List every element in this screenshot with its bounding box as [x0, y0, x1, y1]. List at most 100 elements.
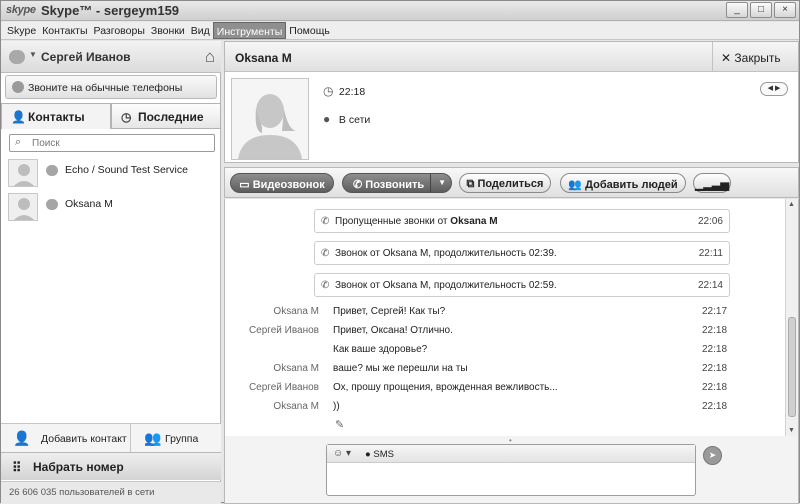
share-button[interactable]: ⧉ Поделиться: [459, 173, 551, 193]
message-sender: Сергей Иванов: [248, 325, 319, 336]
menu-calls[interactable]: Звонки: [148, 22, 188, 39]
menu-skype[interactable]: Skype: [4, 22, 39, 39]
profile-bar[interactable]: ▼ Сергей Иванов ⌂: [1, 41, 221, 73]
dialpad-icon: ⠿: [12, 460, 22, 475]
add-people-button[interactable]: 👥 Добавить людей: [560, 173, 686, 193]
message-text: Ох, прошу прощения, врожденная вежливост…: [333, 382, 558, 393]
add-contact-button[interactable]: 👤 Добавить контакт: [1, 424, 131, 453]
contact-name: Echo / Sound Test Service: [65, 164, 188, 176]
minimize-button[interactable]: _: [726, 2, 748, 18]
chat-message: Oksana M ваше? мы же перешли на ты 22:18: [225, 360, 785, 378]
phone-icon: ✆: [321, 248, 330, 259]
system-message: ✆ Звонок от Oksana M, продолжительность …: [314, 273, 730, 297]
home-icon[interactable]: ⌂: [205, 47, 215, 67]
dial-button[interactable]: ⠿ Набрать номер: [1, 452, 221, 480]
group-label: Группа: [165, 433, 199, 445]
skype-logo: skype: [6, 4, 36, 16]
message-time: 22:06: [697, 216, 723, 227]
window-controls: _ □ ×: [726, 2, 796, 18]
add-contact-label: Добавить контакт: [41, 433, 127, 445]
menu-tools[interactable]: Инструменты: [212, 22, 287, 39]
menu-contacts[interactable]: Контакты: [39, 22, 90, 39]
search-input[interactable]: ⌕ Поиск: [9, 134, 215, 152]
phone-icon: ✆: [321, 216, 330, 227]
person-icon: 👤: [11, 110, 26, 124]
message-time: 22:14: [697, 280, 723, 291]
list-item[interactable]: Echo / Sound Test Service: [1, 157, 221, 191]
prev-next-arrows[interactable]: ◀ ▶: [760, 82, 788, 96]
call-phones-label: Звоните на обычные телефоны: [28, 82, 183, 94]
window-title: Skype™ - sergeym159: [41, 3, 180, 18]
sms-label: SMS: [373, 449, 394, 460]
share-label: Поделиться: [477, 178, 544, 190]
call-phones-button[interactable]: Звоните на обычные телефоны: [5, 75, 217, 99]
tab-contacts[interactable]: 👤 Контакты: [1, 103, 111, 129]
chevron-down-icon[interactable]: ▼: [29, 50, 37, 59]
contact-avatar: [231, 78, 309, 160]
chevron-down-icon[interactable]: ▼: [438, 178, 446, 187]
message-text: Как ваше здоровье?: [333, 344, 428, 355]
menu-view[interactable]: Вид: [188, 22, 213, 39]
add-people-label: Добавить людей: [585, 179, 678, 191]
contact-name: Oksana M: [65, 198, 113, 210]
left-bottom-actions: 👤 Добавить контакт 👥 Группа: [1, 423, 221, 453]
system-message-text: Звонок от Oksana M, продолжительность 02…: [335, 248, 557, 259]
message-sender: Oksana M: [273, 401, 319, 412]
compose-area: • ☺ ▾ ● SMS ➤: [224, 436, 799, 504]
video-call-label: Видеозвонок: [252, 179, 325, 191]
phone-icon: ✆: [321, 280, 330, 291]
video-call-button[interactable]: ▭ Видеозвонок: [230, 173, 334, 193]
profile-name: Сергей Иванов: [41, 50, 131, 64]
maximize-button[interactable]: □: [750, 2, 772, 18]
clock-icon: ◷: [323, 84, 334, 98]
close-conversation-button[interactable]: ✕ Закрыть: [712, 42, 798, 72]
close-icon: ✕: [721, 51, 735, 65]
contact-status-icon: [46, 165, 58, 176]
video-icon: ▭: [239, 179, 253, 191]
status-icon[interactable]: [9, 50, 25, 64]
phone-icon: [12, 81, 24, 93]
scroll-up-icon[interactable]: ▲: [788, 201, 795, 208]
conversation-header: Oksana M ✕ Закрыть ◷ 22:18 ● В сети ◀ ▶: [224, 41, 799, 163]
scrollbar-thumb[interactable]: [788, 317, 796, 417]
message-time: 22:17: [702, 306, 728, 317]
chat-message: Как ваше здоровье? 22:18: [225, 341, 785, 359]
group-button[interactable]: 👥 Группа: [132, 424, 221, 453]
message-sender: Oksana M: [273, 306, 319, 317]
tab-recent[interactable]: ◷ Последние: [111, 103, 221, 129]
contact-title: Oksana M: [235, 51, 292, 65]
chat-area: ✆ Пропущенные звонки от Oksana M 22:06 ✆…: [224, 199, 799, 436]
share-icon: ⧉: [466, 178, 478, 190]
menu-help[interactable]: Помощь: [286, 22, 333, 39]
scroll-down-icon[interactable]: ▼: [788, 427, 795, 434]
avatar: [8, 159, 38, 187]
send-button[interactable]: ➤: [703, 446, 722, 465]
contact-status-icon: [46, 199, 58, 210]
message-time: 22:18: [702, 325, 728, 336]
message-text: ваше? мы же перешли на ты: [333, 363, 468, 374]
menu-conversations[interactable]: Разговоры: [91, 22, 148, 39]
dial-label: Набрать номер: [33, 460, 124, 474]
message-input[interactable]: ☺ ▾ ● SMS: [326, 444, 696, 496]
emoticon-icon[interactable]: ☺ ▾: [333, 448, 351, 459]
skype-window: skype Skype™ - sergeym159 _ □ × Skype Ко…: [0, 0, 800, 504]
left-panel: ▼ Сергей Иванов ⌂ Звоните на обычные тел…: [1, 41, 221, 504]
system-message-text: Пропущенные звонки от Oksana M: [335, 216, 498, 227]
message-time: 22:18: [702, 382, 728, 393]
system-message: ✆ Звонок от Oksana M, продолжительность …: [314, 241, 730, 265]
chat-scrollbar[interactable]: ▲ ▼: [785, 199, 798, 436]
phone-icon: ✆: [353, 179, 366, 191]
close-window-button[interactable]: ×: [774, 2, 796, 18]
call-button[interactable]: ✆ Позвонить ▼: [342, 173, 452, 193]
contact-tabs: 👤 Контакты ◷ Последние: [1, 103, 221, 129]
sms-button[interactable]: ● SMS: [365, 449, 394, 460]
system-message-contact: Oksana M: [450, 216, 498, 227]
add-person-icon: 👤: [13, 430, 31, 446]
menu-bar: Skype Контакты Разговоры Звонки Вид Инст…: [1, 22, 799, 40]
compose-toolbar: ☺ ▾ ● SMS: [327, 445, 695, 463]
search-placeholder: Поиск: [32, 138, 60, 149]
list-item[interactable]: Oksana M: [1, 191, 221, 225]
system-message: ✆ Пропущенные звонки от Oksana M 22:06: [314, 209, 730, 233]
signal-quality-button[interactable]: ▁▂▃▅: [693, 173, 731, 193]
message-sender: Oksana M: [273, 363, 319, 374]
